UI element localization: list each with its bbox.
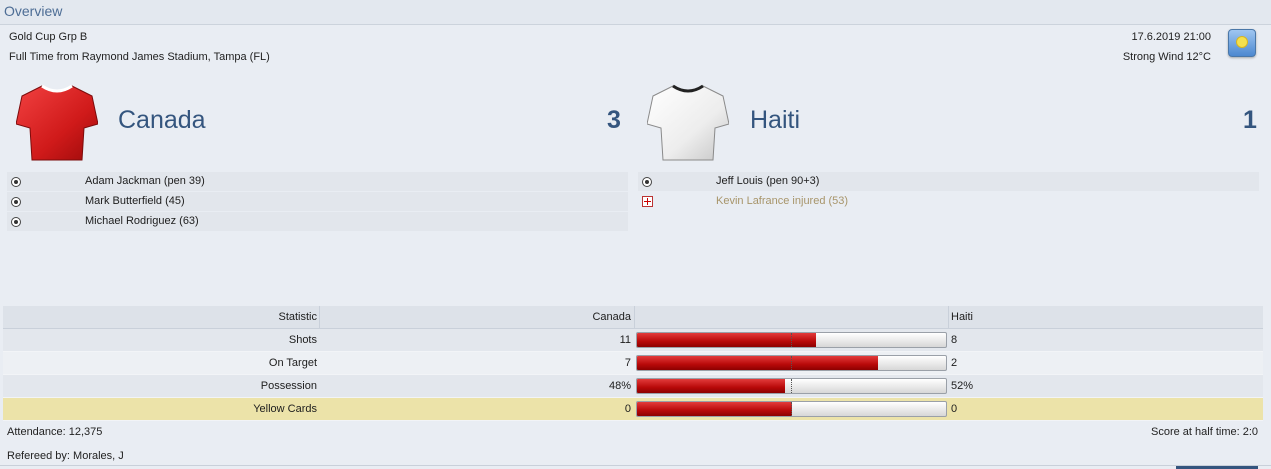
stat-bar-fill bbox=[637, 379, 786, 393]
stat-comparison-bar bbox=[636, 378, 947, 394]
stat-home-value: 11 bbox=[619, 334, 631, 346]
column-divider bbox=[634, 306, 635, 328]
stat-bar-fill bbox=[637, 333, 817, 347]
away-event-row: Kevin Lafrance injured (53) bbox=[638, 192, 1259, 211]
stat-row: On Target 7 2 bbox=[3, 352, 1263, 375]
ball-icon bbox=[11, 177, 21, 187]
stat-label: Possession bbox=[260, 380, 317, 392]
stats-header-statistic: Statistic bbox=[278, 311, 317, 323]
stats-header-row: Statistic Canada Haiti bbox=[3, 306, 1263, 329]
away-event-text[interactable]: Kevin Lafrance injured (53) bbox=[716, 195, 848, 207]
home-event-text[interactable]: Adam Jackman (pen 39) bbox=[85, 175, 205, 187]
stat-row-highlighted: Yellow Cards 0 0 bbox=[3, 398, 1263, 421]
home-event-text[interactable]: Michael Rodriguez (63) bbox=[85, 215, 199, 227]
stat-row: Possession 48% 52% bbox=[3, 375, 1263, 398]
stat-label: Shots bbox=[288, 334, 317, 346]
stat-home-value: 0 bbox=[624, 403, 631, 415]
halftime-score-text: Score at half time: 2:0 bbox=[1151, 426, 1258, 438]
stat-bar-midline bbox=[791, 356, 792, 370]
home-shirt-icon bbox=[16, 84, 98, 161]
stat-bar-midline bbox=[791, 333, 792, 347]
attendance-text: Attendance: 12,375 bbox=[7, 426, 103, 438]
stat-comparison-bar bbox=[636, 332, 947, 348]
stat-bar-midline bbox=[791, 402, 792, 416]
home-event-row: Michael Rodriguez (63) bbox=[7, 212, 628, 231]
stats-header-home: Canada bbox=[592, 311, 631, 323]
away-event-row: Jeff Louis (pen 90+3) bbox=[638, 172, 1259, 191]
away-shirt-icon bbox=[647, 84, 729, 161]
referee-text[interactable]: Refereed by: Morales, J bbox=[7, 450, 124, 462]
stat-label: On Target bbox=[268, 357, 317, 369]
stat-row: Shots 11 8 bbox=[3, 329, 1263, 352]
stat-home-value: 48% bbox=[608, 380, 631, 392]
stat-bar-midline bbox=[791, 379, 792, 393]
away-team-score: 1 bbox=[1243, 106, 1257, 134]
stat-away-value: 0 bbox=[951, 403, 958, 415]
stats-table: Statistic Canada Haiti Shots 11 8 On Tar… bbox=[3, 306, 1263, 421]
panel-title: Overview bbox=[4, 3, 63, 19]
away-team-name[interactable]: Haiti bbox=[750, 106, 800, 135]
stat-comparison-bar bbox=[636, 355, 947, 371]
stat-away-value: 8 bbox=[951, 334, 958, 346]
home-team-name[interactable]: Canada bbox=[118, 106, 206, 135]
stat-away-value: 52% bbox=[951, 380, 974, 392]
match-venue-status: Full Time from Raymond James Stadium, Ta… bbox=[9, 51, 270, 63]
away-event-text[interactable]: Jeff Louis (pen 90+3) bbox=[716, 175, 819, 187]
overview-header: Overview bbox=[0, 0, 1271, 25]
stats-header-away: Haiti bbox=[951, 311, 974, 323]
stat-bar-fill bbox=[637, 356, 879, 370]
match-datetime: 17.6.2019 21:00 bbox=[1131, 31, 1211, 43]
injury-icon bbox=[642, 196, 653, 207]
weather-text: Strong Wind 12°C bbox=[1122, 51, 1211, 63]
stat-comparison-bar bbox=[636, 401, 947, 417]
ball-icon bbox=[11, 217, 21, 227]
home-event-row: Adam Jackman (pen 39) bbox=[7, 172, 628, 191]
sunny-icon bbox=[1228, 29, 1256, 57]
home-event-text[interactable]: Mark Butterfield (45) bbox=[85, 195, 185, 207]
stat-bar-fill bbox=[637, 402, 792, 416]
column-divider bbox=[948, 306, 949, 328]
competition-label[interactable]: Gold Cup Grp B bbox=[9, 31, 87, 43]
divider bbox=[0, 465, 1271, 466]
column-divider bbox=[319, 306, 320, 328]
home-event-row: Mark Butterfield (45) bbox=[7, 192, 628, 211]
ball-icon bbox=[642, 177, 652, 187]
stat-label: Yellow Cards bbox=[253, 403, 317, 415]
ball-icon bbox=[11, 197, 21, 207]
stat-home-value: 7 bbox=[624, 357, 631, 369]
stat-away-value: 2 bbox=[951, 357, 958, 369]
home-team-score: 3 bbox=[607, 106, 621, 134]
